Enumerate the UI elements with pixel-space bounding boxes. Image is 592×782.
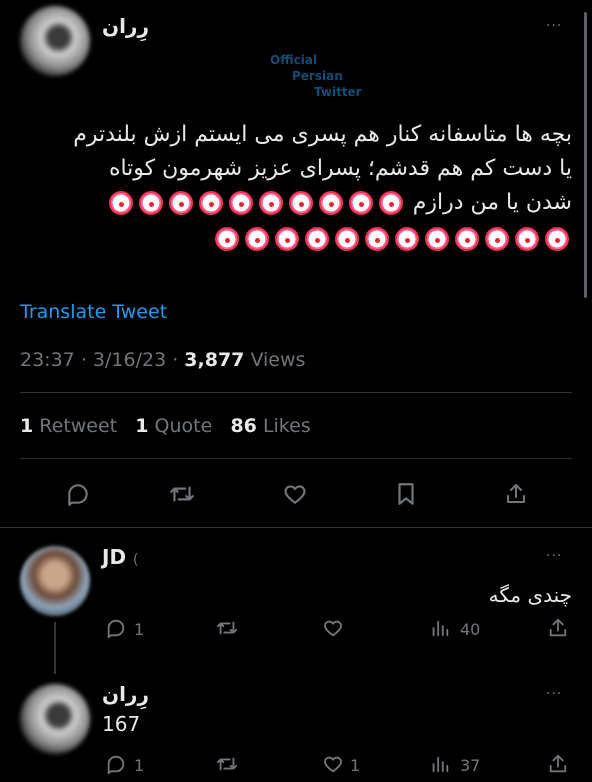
like-count: 1 (350, 756, 361, 775)
clown-face-icon (425, 227, 449, 251)
quotes-label: Quote (154, 415, 213, 437)
views-icon[interactable] (428, 752, 452, 776)
bio-mark-icon: ( (133, 552, 139, 568)
clown-face-icon (138, 191, 163, 215)
watermark-line1: Official (270, 53, 318, 67)
clown-face-icon (395, 227, 419, 251)
tweet-line-2: یا دست کم هم قدشم؛ پسرای عزیز شهرمون کوت… (108, 156, 572, 181)
tweet-time[interactable]: 23:37 (20, 349, 75, 371)
tweet-line-1: بچه ها متاسفانه کنار هم پسری می ایستم از… (73, 122, 572, 147)
watermark-line2: Persian (292, 69, 343, 83)
more-options-icon[interactable]: ··· (546, 686, 562, 702)
clown-face-icon (168, 191, 193, 215)
meta-separator: · (80, 349, 87, 371)
more-options-icon[interactable]: ··· (546, 548, 562, 564)
scrollbar[interactable] (584, 12, 587, 298)
divider (20, 392, 572, 393)
likes-label: Likes (262, 415, 311, 437)
clown-face-icon (288, 191, 313, 215)
like-icon[interactable] (320, 616, 346, 640)
watermark-line3: Twitter (314, 85, 362, 99)
views-count: 3,877 (184, 349, 245, 371)
reply-text: 167 (102, 712, 141, 736)
clown-face-icon (275, 227, 299, 251)
clown-face-icon (378, 191, 403, 215)
views-count: 40 (460, 620, 481, 639)
author-avatar[interactable] (20, 6, 90, 76)
clown-face-icon (228, 191, 253, 215)
divider (20, 458, 572, 459)
reply-icon[interactable] (104, 752, 128, 776)
clown-face-icon (545, 227, 569, 251)
reply-avatar[interactable] (20, 546, 90, 616)
clown-face-icon (318, 191, 343, 215)
retweets-stat[interactable]: 1 Retweet (20, 415, 117, 437)
watermark-logo: Official Persian Twitter (270, 52, 380, 100)
tweet-meta: 23:37 · 3/16/23 · 3,877 Views (20, 349, 305, 371)
clown-face-icon (515, 227, 539, 251)
clown-face-icon (455, 227, 479, 251)
retweet-icon[interactable] (214, 616, 240, 640)
tweet-date[interactable]: 3/16/23 (93, 349, 166, 371)
clown-face-icon (245, 227, 269, 251)
meta-separator: · (172, 349, 179, 371)
thread-line (54, 622, 56, 674)
translate-tweet-link[interactable]: Translate Tweet (20, 301, 167, 323)
share-icon[interactable] (546, 616, 570, 640)
reply-author-name[interactable]: JD ( (102, 545, 138, 569)
tweet-line-3: شدن یا من درازم (12, 186, 572, 220)
clown-face-icon (198, 191, 223, 215)
retweet-icon[interactable] (214, 752, 240, 776)
like-icon[interactable] (320, 752, 346, 776)
quotes-count: 1 (135, 415, 149, 437)
reply-icon[interactable] (62, 478, 94, 510)
author-name[interactable]: رِران (102, 14, 149, 38)
clown-face-icon (215, 227, 239, 251)
reply-author-name[interactable]: رِران (102, 682, 149, 706)
tweet-stats: 1 Retweet 1 Quote 86 Likes (20, 415, 311, 437)
like-icon[interactable] (279, 478, 311, 510)
views-count: 37 (460, 756, 481, 775)
reply-author-name-text: JD (102, 545, 127, 569)
section-divider (0, 527, 592, 528)
clown-emoji-row-4 (12, 222, 572, 256)
reply-avatar[interactable] (20, 684, 90, 754)
likes-count: 86 (230, 415, 257, 437)
clown-face-icon (258, 191, 283, 215)
reply-count: 1 (134, 756, 145, 775)
tweet-line-3-text: شدن یا من درازم (412, 190, 572, 215)
retweets-count: 1 (20, 415, 34, 437)
retweet-icon[interactable] (166, 478, 198, 510)
clown-face-icon (108, 191, 133, 215)
clown-face-icon (365, 227, 389, 251)
retweets-label: Retweet (39, 415, 118, 437)
reply-count: 1 (134, 620, 145, 639)
reply-icon[interactable] (104, 616, 128, 640)
quotes-stat[interactable]: 1 Quote (135, 415, 212, 437)
reply-text: چندی مگه (488, 583, 572, 607)
views-label: Views (250, 349, 306, 371)
clown-face-icon (348, 191, 373, 215)
share-icon[interactable] (500, 478, 532, 510)
views-icon[interactable] (428, 616, 452, 640)
tweet-text: بچه ها متاسفانه کنار هم پسری می ایستم از… (12, 118, 572, 256)
more-options-icon[interactable]: ··· (546, 18, 562, 34)
clown-face-icon (485, 227, 509, 251)
likes-stat[interactable]: 86 Likes (230, 415, 310, 437)
bookmark-icon[interactable] (390, 478, 422, 510)
clown-face-icon (305, 227, 329, 251)
clown-emoji-row-3 (106, 190, 406, 215)
share-icon[interactable] (546, 752, 570, 776)
clown-face-icon (335, 227, 359, 251)
